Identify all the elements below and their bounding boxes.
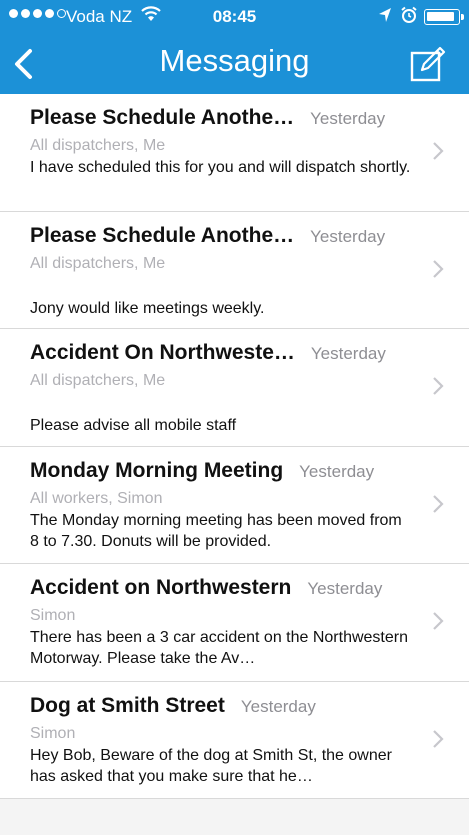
message-recipients: Simon <box>30 724 76 742</box>
message-date: Yesterday <box>310 344 386 363</box>
alarm-clock-icon <box>401 6 417 23</box>
message-row[interactable]: Please Schedule Anothe… Yesterday All di… <box>0 211 469 329</box>
message-subject: Accident On Northweste… <box>30 341 295 364</box>
message-preview: I have scheduled this for you and will d… <box>30 159 411 176</box>
page-title: Messaging <box>159 43 310 78</box>
message-list: Please Schedule Anothe… Yesterday All di… <box>0 94 469 799</box>
message-subject: Please Schedule Anothe… <box>30 106 295 129</box>
message-row[interactable]: Dog at Smith Street Yesterday Simon Hey … <box>0 681 469 799</box>
status-bar: Voda NZ 08:45 <box>0 0 469 34</box>
message-date: Yesterday <box>307 579 383 598</box>
compose-button[interactable] <box>406 42 450 86</box>
message-recipients: All dispatchers, Me <box>30 254 166 272</box>
message-row[interactable]: Please Schedule Anothe… Yesterday All di… <box>0 94 469 212</box>
message-recipients: All workers, Simon <box>30 489 163 507</box>
compose-icon <box>410 46 446 82</box>
message-recipients: All dispatchers, Me <box>30 372 166 389</box>
message-row[interactable]: Accident on Northwestern Yesterday Simon… <box>0 564 469 682</box>
message-preview: There has been a 3 car accident on the N… <box>30 629 408 667</box>
chevron-right-icon <box>433 259 444 278</box>
clock: 08:45 <box>212 7 257 26</box>
message-date: Yesterday <box>299 461 375 481</box>
message-subject: Accident on Northwestern <box>30 576 292 599</box>
message-subject: Dog at Smith Street <box>30 693 225 717</box>
message-subject: Please Schedule Anothe… <box>30 223 295 247</box>
message-preview: The Monday morning meeting has been move… <box>30 511 402 550</box>
message-recipients: All dispatchers, Me <box>30 137 166 154</box>
message-row[interactable]: Accident On Northweste… Yesterday All di… <box>0 329 469 447</box>
chevron-right-icon <box>433 142 444 160</box>
message-date: Yesterday <box>240 696 316 716</box>
chevron-right-icon <box>433 612 444 630</box>
message-preview: Please advise all mobile staff <box>30 417 237 434</box>
chevron-right-icon <box>433 377 444 395</box>
chevron-right-icon <box>433 729 444 748</box>
chevron-right-icon <box>433 494 444 513</box>
message-date: Yesterday <box>310 109 386 128</box>
message-preview: Jony would like meetings weekly. <box>30 299 265 317</box>
message-subject: Monday Morning Meeting <box>30 458 284 482</box>
message-row[interactable]: Monday Morning Meeting Yesterday All wor… <box>0 446 469 564</box>
list-footer <box>0 799 469 835</box>
location-arrow-icon <box>379 8 391 22</box>
message-recipients: Simon <box>30 607 76 624</box>
battery-icon <box>424 9 464 25</box>
navigation-bar: Messaging <box>0 34 469 94</box>
message-date: Yesterday <box>310 226 386 246</box>
message-preview: Hey Bob, Beware of the dog at Smith St, … <box>30 746 392 785</box>
